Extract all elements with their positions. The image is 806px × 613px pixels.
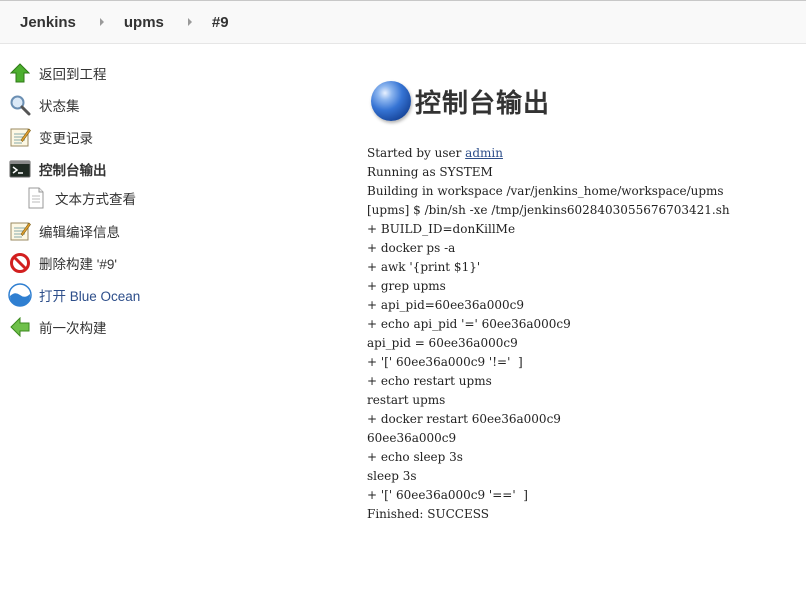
user-admin-link[interactable]: admin — [465, 146, 503, 160]
magnifier-icon — [8, 93, 32, 117]
notepad-icon — [8, 219, 32, 243]
console-line: + api_pid=60ee36a000c9 — [367, 298, 524, 312]
sidebar-item-label: 控制台输出 — [39, 163, 107, 178]
sidebar-item-changes[interactable]: 变更记录 — [8, 121, 308, 153]
up-arrow-icon — [8, 61, 32, 85]
console-line: + '[' 60ee36a000c9 '==' ] — [367, 488, 528, 502]
console-line: Started by user admin — [367, 144, 797, 163]
console-line: Building in workspace /var/jenkins_home/… — [367, 184, 724, 198]
sidebar-item-edit-build-information[interactable]: 编辑编译信息 — [8, 215, 308, 247]
left-arrow-icon — [8, 315, 32, 339]
console-line: 60ee36a000c9 — [367, 431, 457, 445]
console-line: restart upms — [367, 393, 446, 407]
sidebar-item-console-output[interactable]: 控制台输出 — [8, 153, 308, 185]
sidebar-item-label: 打开 Blue Ocean — [39, 289, 141, 304]
blue-ocean-icon — [8, 283, 32, 307]
terminal-icon — [8, 157, 32, 181]
breadcrumb-separator-icon[interactable] — [99, 18, 104, 26]
console-line: [upms] $ /bin/sh -xe /tmp/jenkins6028403… — [367, 203, 730, 217]
sidebar-item-label: 删除构建 '#9' — [39, 257, 117, 272]
console-line: + awk '{print $1}' — [367, 260, 481, 274]
sidebar-item-label: 变更记录 — [39, 131, 93, 146]
sidebar-item-label: 文本方式查看 — [55, 192, 136, 207]
console-line: + echo api_pid '=' 60ee36a000c9 — [367, 317, 571, 331]
sidebar-item-previous-build[interactable]: 前一次构建 — [8, 311, 308, 343]
page-title: 控制台输出 — [415, 87, 551, 118]
console-line: api_pid = 60ee36a000c9 — [367, 336, 518, 350]
console-line: + echo restart upms — [367, 374, 492, 388]
console-globe-icon — [371, 81, 411, 121]
notepad-icon — [8, 125, 32, 149]
sidebar-item-delete-build[interactable]: 删除构建 '#9' — [8, 247, 308, 279]
main-panel: 控制台输出 Started by user admin Running as SY… — [367, 80, 797, 524]
console-lines: Running as SYSTEM Building in workspace /… — [367, 163, 797, 524]
console-output: Started by user admin Running as SYSTEM Bu… — [367, 144, 797, 524]
console-line: sleep 3s — [367, 469, 417, 483]
console-line: + echo sleep 3s — [367, 450, 463, 464]
console-line: Running as SYSTEM — [367, 165, 493, 179]
breadcrumb-build-9[interactable]: #9 — [212, 14, 229, 31]
console-line: + docker ps -a — [367, 241, 456, 255]
console-line: + grep upms — [367, 279, 446, 293]
no-entry-icon — [8, 251, 32, 275]
document-icon — [24, 186, 48, 210]
console-line: + BUILD_ID=donKillMe — [367, 222, 516, 236]
console-started-prefix: Started by user — [367, 146, 466, 160]
page-header: 控制台输出 — [371, 80, 797, 122]
sidebar-item-label: 编辑编译信息 — [39, 225, 120, 240]
breadcrumb-separator-icon[interactable] — [187, 18, 192, 26]
breadcrumb-upms[interactable]: upms — [124, 14, 164, 31]
sidebar-item-status[interactable]: 状态集 — [8, 89, 308, 121]
breadcrumb: Jenkins upms #9 — [0, 0, 806, 44]
sidebar-item-label: 返回到工程 — [39, 67, 107, 82]
sidebar-item-label: 状态集 — [39, 99, 80, 114]
sidebar-item-open-blue-ocean[interactable]: 打开 Blue Ocean — [8, 279, 308, 311]
console-line: + docker restart 60ee36a000c9 — [367, 412, 561, 426]
sidebar-item-label: 前一次构建 — [39, 321, 107, 336]
breadcrumb-jenkins[interactable]: Jenkins — [20, 14, 76, 31]
sidebar-item-view-as-plain-text[interactable]: 文本方式查看 — [8, 183, 308, 213]
console-line: Finished: SUCCESS — [367, 507, 489, 521]
console-line: + '[' 60ee36a000c9 '!=' ] — [367, 355, 523, 369]
sidebar-item-back-to-project[interactable]: 返回到工程 — [8, 57, 308, 89]
sidebar: 返回到工程 状态集 变更记录 控制台输出 文本方式查看 编辑编译信息 删除构建 … — [8, 57, 308, 343]
